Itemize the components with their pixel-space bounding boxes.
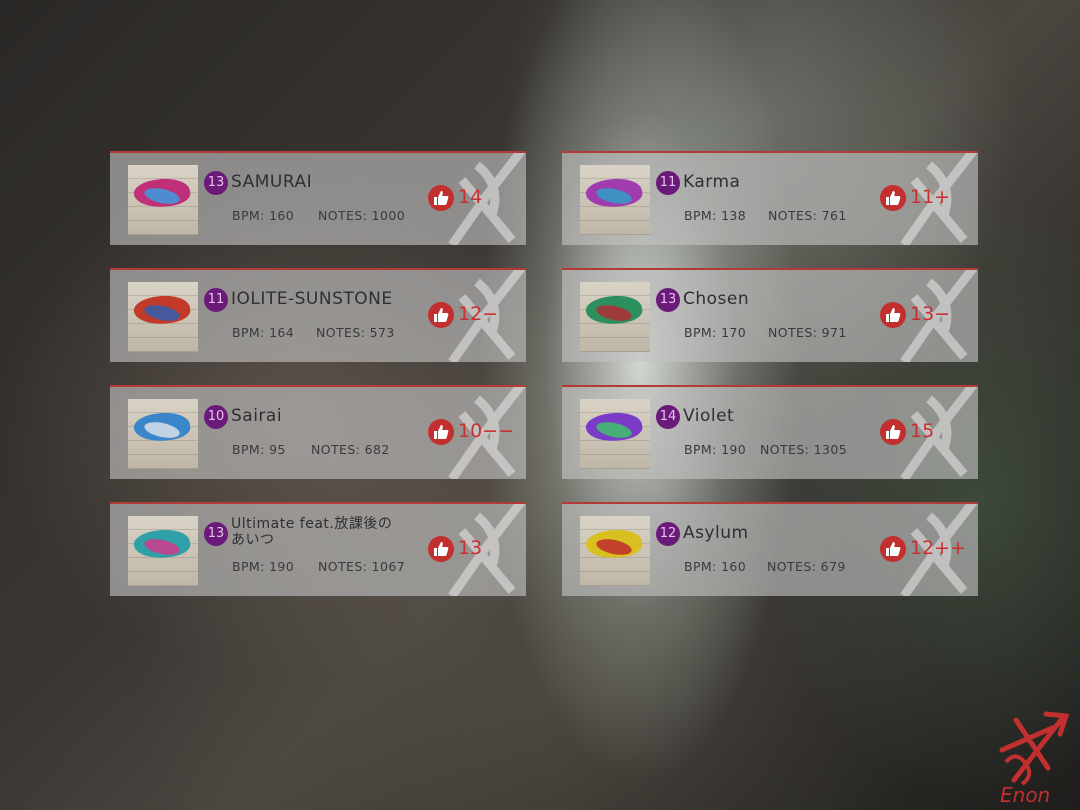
song-title: IOLITE-SUNSTONE (231, 289, 393, 309)
thumbs-up-icon[interactable] (880, 185, 906, 211)
song-card-iolite-sunstone[interactable]: 11 IOLITE-SUNSTONE BPM: 164 NOTES: 573 1… (110, 268, 526, 362)
enon-logo: Enon (999, 711, 1070, 806)
notes-label: NOTES: 1305 (760, 442, 848, 457)
song-jacket (580, 282, 650, 352)
notes-label: NOTES: 679 (767, 559, 846, 574)
level-badge: 13 (656, 288, 680, 312)
thumbs-up-icon[interactable] (428, 185, 454, 211)
bpm-label: BPM: 160 (232, 208, 295, 223)
song-jacket (580, 399, 650, 469)
bpm-label: BPM: 190 (232, 559, 295, 574)
song-title: Karma (683, 172, 741, 192)
song-card-chosen[interactable]: 13 Chosen BPM: 170 NOTES: 971 13− (562, 268, 978, 362)
song-jacket (128, 282, 198, 352)
song-card-violet[interactable]: 14 Violet BPM: 190 NOTES: 1305 15 (562, 385, 978, 479)
thumbs-up-icon[interactable] (880, 302, 906, 328)
thumbs-up-icon[interactable] (880, 419, 906, 445)
notes-label: NOTES: 761 (768, 208, 847, 223)
song-title: Chosen (683, 289, 750, 309)
notes-label: NOTES: 971 (768, 325, 847, 340)
level-badge: 13 (204, 522, 228, 546)
thumbs-up-icon[interactable] (428, 536, 454, 562)
song-jacket (580, 165, 650, 235)
community-rating: 15 (910, 420, 935, 442)
thumbs-up-icon[interactable] (428, 419, 454, 445)
song-title: Ultimate feat.放課後のあいつ (231, 516, 393, 548)
level-badge: 14 (656, 405, 680, 429)
community-rating: 13 (458, 537, 483, 559)
community-rating: 10−− (458, 420, 515, 442)
song-title: Asylum (683, 523, 749, 543)
song-title: Sairai (231, 406, 283, 426)
song-title: SAMURAI (231, 172, 313, 192)
bpm-label: BPM: 160 (684, 559, 747, 574)
watermark-icon (900, 387, 978, 479)
community-rating: 14 (458, 186, 483, 208)
notes-label: NOTES: 682 (311, 442, 390, 457)
level-badge: 11 (656, 171, 680, 195)
level-badge: 12 (656, 522, 680, 546)
bpm-label: BPM: 190 (684, 442, 747, 457)
song-jacket (128, 516, 198, 586)
song-card-karma[interactable]: 11 Karma BPM: 138 NOTES: 761 11+ (562, 151, 978, 245)
song-card-asylum[interactable]: 12 Asylum BPM: 160 NOTES: 679 12++ (562, 502, 978, 596)
song-jacket (128, 399, 198, 469)
song-card-ultimate[interactable]: 13 Ultimate feat.放課後のあいつ BPM: 190 NOTES:… (110, 502, 526, 596)
notes-label: NOTES: 1067 (318, 559, 406, 574)
watermark-icon (448, 153, 526, 245)
watermark-icon (448, 504, 526, 596)
community-rating: 11+ (910, 186, 951, 208)
svg-text:Enon: Enon (1000, 783, 1050, 806)
notes-label: NOTES: 1000 (318, 208, 406, 223)
level-badge: 10 (204, 405, 228, 429)
notes-label: NOTES: 573 (316, 325, 395, 340)
song-card-sairai[interactable]: 10 Sairai BPM: 95 NOTES: 682 10−− (110, 385, 526, 479)
community-rating: 12− (458, 303, 499, 325)
bpm-label: BPM: 138 (684, 208, 747, 223)
level-badge: 11 (204, 288, 228, 312)
bpm-label: BPM: 170 (684, 325, 747, 340)
song-jacket (580, 516, 650, 586)
thumbs-up-icon[interactable] (880, 536, 906, 562)
song-card-samurai[interactable]: 13 SAMURAI BPM: 160 NOTES: 1000 14 (110, 151, 526, 245)
community-rating: 12++ (910, 537, 967, 559)
bpm-label: BPM: 95 (232, 442, 286, 457)
song-jacket (128, 165, 198, 235)
thumbs-up-icon[interactable] (428, 302, 454, 328)
song-title: Violet (683, 406, 735, 426)
bpm-label: BPM: 164 (232, 325, 295, 340)
community-rating: 13− (910, 303, 951, 325)
level-badge: 13 (204, 171, 228, 195)
